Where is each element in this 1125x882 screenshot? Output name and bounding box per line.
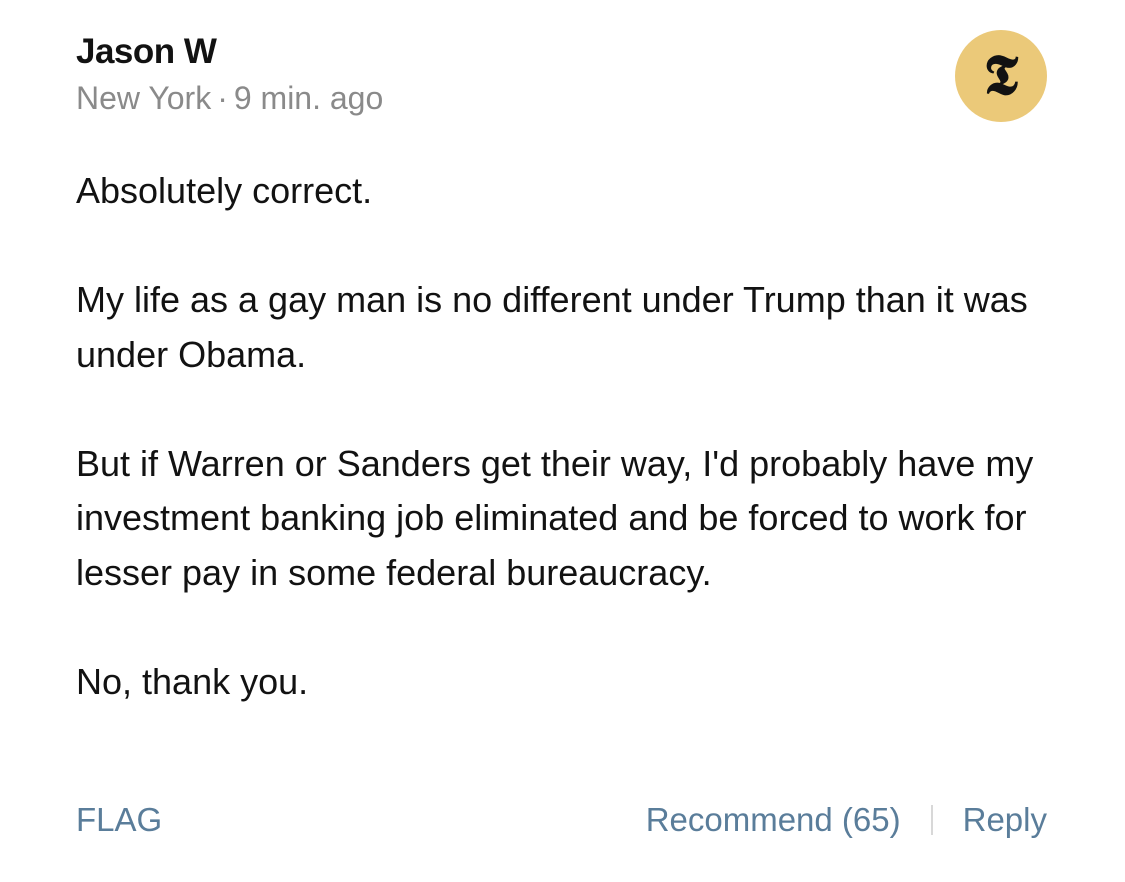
comment-location: New York <box>76 80 212 116</box>
flag-button[interactable]: FLAG <box>76 801 162 839</box>
nyt-logo-badge: 𝕿 <box>955 30 1047 122</box>
comment-author[interactable]: Jason W <box>76 30 383 74</box>
nyt-t-icon: 𝕿 <box>983 42 1019 108</box>
comment-paragraph: Absolutely correct. <box>76 170 373 211</box>
comment-card: Jason W New York · 9 min. ago 𝕿 Absolutely… <box>0 0 1125 882</box>
comment-header: Jason W New York · 9 min. ago <box>76 30 383 120</box>
comment-actions: Recommend (65) Reply <box>646 801 1047 839</box>
reply-button[interactable]: Reply <box>963 801 1047 839</box>
comment-paragraph: But if Warren or Sanders get their way, … <box>76 442 1034 593</box>
recommend-button[interactable]: Recommend (65) <box>646 801 901 839</box>
comment-paragraph: My life as a gay man is no different und… <box>76 279 1028 375</box>
comment-paragraph: No, thank you. <box>76 660 309 702</box>
actions-divider <box>930 805 933 835</box>
comment-body: Absolutely correct. My life as a gay man… <box>76 164 1061 709</box>
comment-timestamp: 9 min. ago <box>233 80 384 116</box>
comment-meta: New York · 9 min. ago <box>76 76 383 120</box>
comment-footer: FLAG Recommend (65) Reply <box>76 796 1047 844</box>
meta-separator: · <box>217 80 228 116</box>
